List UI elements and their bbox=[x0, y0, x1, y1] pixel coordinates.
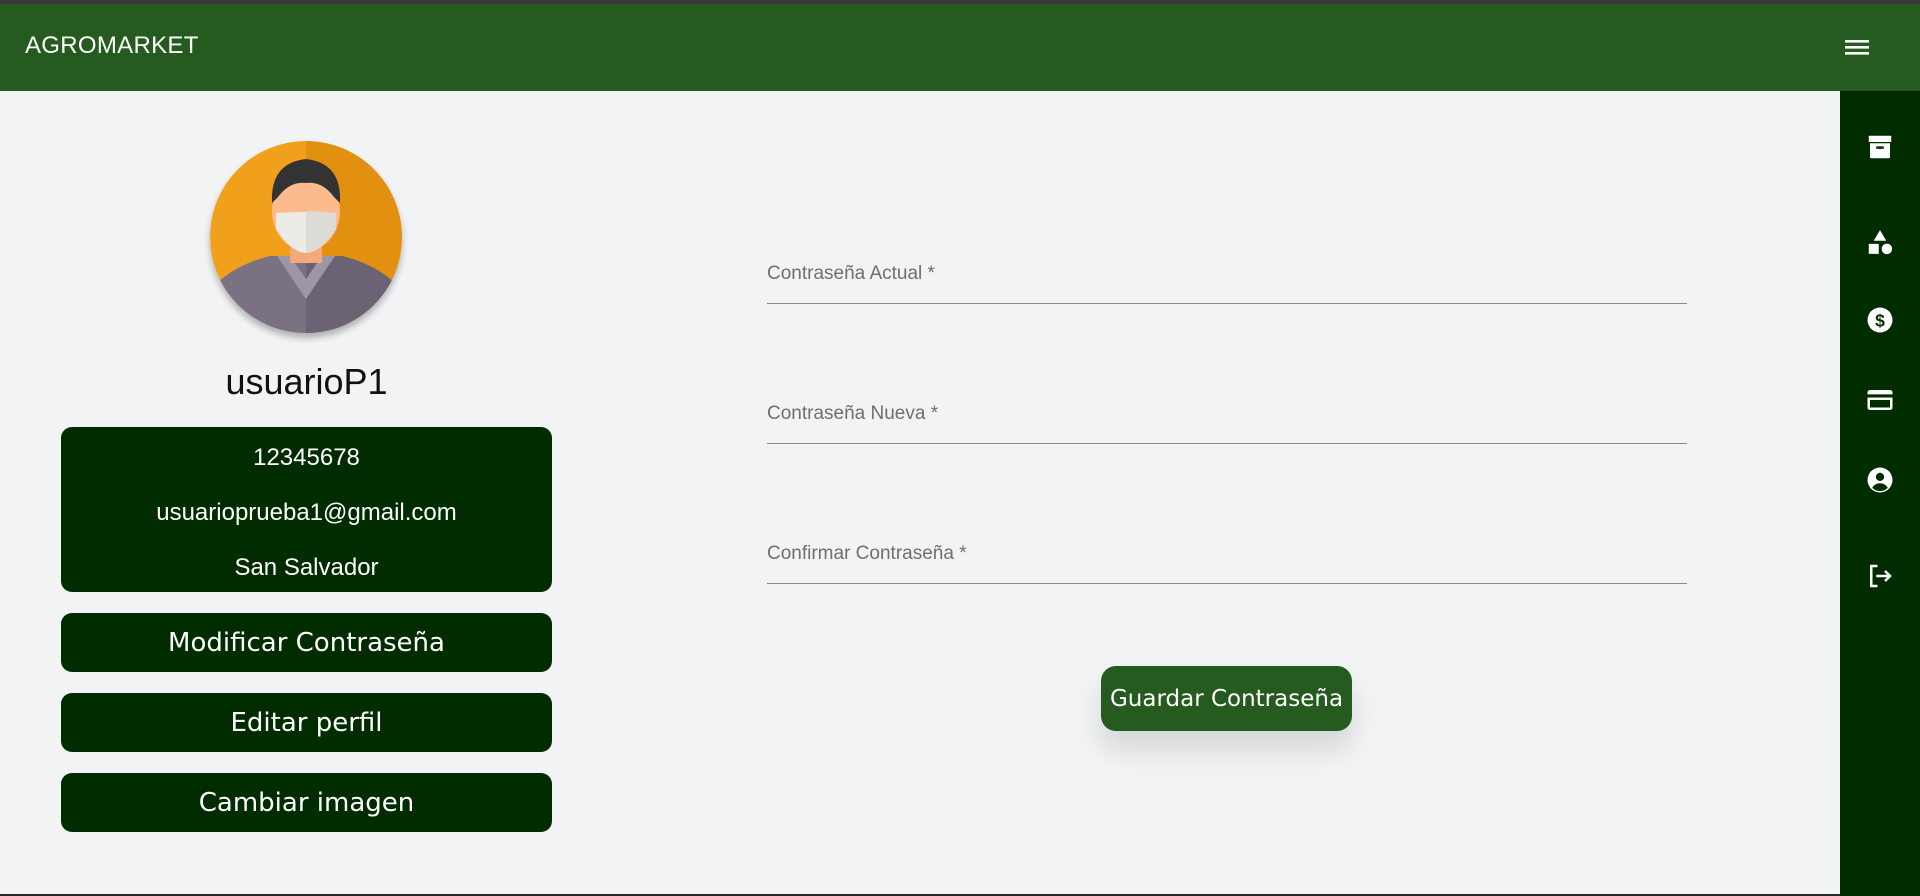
logout-icon bbox=[1870, 564, 1892, 588]
change-password-button[interactable]: Modificar Contraseña bbox=[61, 613, 552, 672]
confirm-password-label: Confirmar Contraseña * bbox=[767, 543, 967, 564]
nav-item-categories[interactable] bbox=[1860, 222, 1900, 262]
current-password-label: Contraseña Actual * bbox=[767, 263, 935, 284]
account-circle-icon bbox=[1867, 467, 1893, 493]
user-info-card: 12345678 usuarioprueba1@gmail.com San Sa… bbox=[61, 427, 552, 592]
category-shapes-icon bbox=[1868, 230, 1893, 255]
save-password-button[interactable]: Guardar Contraseña bbox=[1101, 666, 1352, 731]
new-password-field[interactable]: Contraseña Nueva * bbox=[767, 394, 1687, 444]
nav-item-logout[interactable] bbox=[1860, 556, 1900, 596]
confirm-password-field[interactable]: Confirmar Contraseña * bbox=[767, 534, 1687, 584]
user-phone: 12345678 bbox=[253, 444, 360, 471]
edit-profile-button[interactable]: Editar perfil bbox=[61, 693, 552, 752]
svg-text:$: $ bbox=[1875, 310, 1885, 330]
current-password-field[interactable]: Contraseña Actual * bbox=[767, 254, 1687, 304]
nav-item-profile[interactable] bbox=[1860, 460, 1900, 500]
change-image-button[interactable]: Cambiar imagen bbox=[61, 773, 552, 832]
user-avatar bbox=[210, 141, 402, 333]
nav-item-payments[interactable]: $ bbox=[1860, 300, 1900, 340]
credit-card-icon bbox=[1867, 390, 1893, 410]
dollar-circle-icon: $ bbox=[1867, 307, 1893, 333]
user-email: usuarioprueba1@gmail.com bbox=[156, 499, 457, 526]
new-password-label: Contraseña Nueva * bbox=[767, 403, 939, 424]
username: usuarioP1 bbox=[225, 361, 388, 402]
avatar-image bbox=[210, 141, 402, 333]
nav-item-cards[interactable] bbox=[1860, 380, 1900, 420]
menu-button[interactable] bbox=[1840, 30, 1874, 64]
side-nav-rail: $ bbox=[1840, 91, 1920, 896]
archive-icon bbox=[1868, 135, 1892, 159]
nav-item-archive[interactable] bbox=[1860, 127, 1900, 167]
app-title: AGROMARKET bbox=[25, 32, 199, 59]
hamburger-menu-icon bbox=[1845, 40, 1869, 55]
app-header: AGROMARKET bbox=[0, 4, 1920, 91]
user-location: San Salvador bbox=[234, 554, 379, 581]
